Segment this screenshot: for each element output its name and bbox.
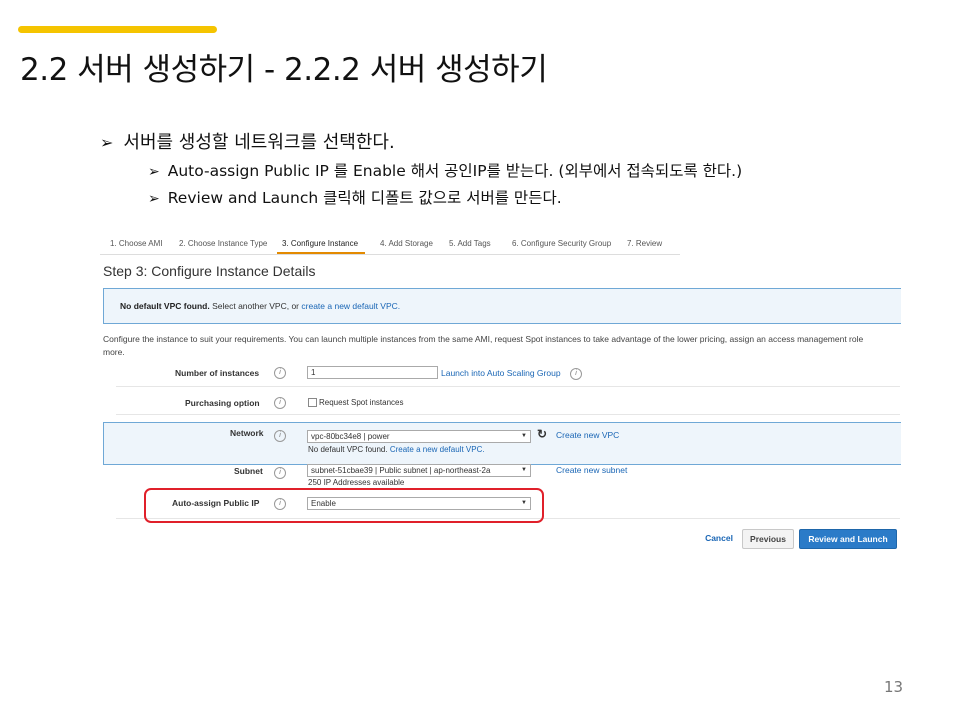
subnet-note: 250 IP Addresses available <box>308 478 405 487</box>
arrow-bullet-icon: ➢ <box>148 164 160 180</box>
spot-label: Request Spot instances <box>319 398 404 407</box>
cancel-button[interactable]: Cancel <box>702 529 736 547</box>
bullet-main-text: 서버를 생성할 네트워크를 선택한다. <box>123 132 395 153</box>
purchasing-label: Purchasing option <box>185 398 260 408</box>
info-icon[interactable]: i <box>274 367 286 379</box>
instances-label: Number of instances <box>175 368 260 378</box>
subnet-value: subnet-51cbae39 | Public subnet | ap-nor… <box>311 466 491 475</box>
auto-scaling-link[interactable]: Launch into Auto Scaling Group <box>441 368 561 378</box>
tab-choose-ami[interactable]: 1. Choose AMI <box>110 239 162 248</box>
page-number: 13 <box>884 678 904 696</box>
bullet-list: ➢ 서버를 생성할 네트워크를 선택한다. ➢ Auto-assign Public… <box>100 128 742 212</box>
red-highlight-box <box>144 488 544 523</box>
network-value: vpc-80bc34e8 | power <box>311 432 390 441</box>
info-icon[interactable]: i <box>570 368 582 380</box>
bullet-sub-2-text: Review and Launch 클릭해 디폴트 값으로 서버를 만든다. <box>167 189 562 207</box>
create-default-vpc-link[interactable]: create a new default VPC. <box>301 301 400 311</box>
alert-text: No default VPC found. Select another VPC… <box>120 301 400 311</box>
create-default-vpc-link-2[interactable]: Create a new default VPC. <box>390 445 485 454</box>
aws-console-screenshot: 1. Choose AMI 2. Choose Instance Type 3.… <box>100 232 901 552</box>
subnet-select[interactable]: subnet-51cbae39 | Public subnet | ap-nor… <box>307 464 531 477</box>
info-icon[interactable]: i <box>274 430 286 442</box>
tab-add-tags[interactable]: 5. Add Tags <box>449 239 491 248</box>
description-line-2: more. <box>103 347 125 357</box>
network-section <box>103 422 901 465</box>
network-select[interactable]: vpc-80bc34e8 | power ▼ <box>307 430 531 443</box>
description: Configure the instance to suit your requ… <box>103 333 900 359</box>
tab-configure-instance[interactable]: 3. Configure Instance <box>282 239 358 248</box>
network-note: No default VPC found. Create a new defau… <box>308 445 485 454</box>
instances-input[interactable]: 1 <box>307 366 438 379</box>
accent-bar <box>18 26 217 33</box>
network-label: Network <box>230 428 264 438</box>
alert-body-text: Select another VPC, or <box>209 301 302 311</box>
create-new-subnet-link[interactable]: Create new subnet <box>556 465 627 475</box>
chevron-down-icon: ▼ <box>521 467 527 473</box>
slide-title: 2.2 서버 생성하기 - 2.2.2 서버 생성하기 <box>20 52 548 88</box>
bullet-main: ➢ 서버를 생성할 네트워크를 선택한다. <box>100 128 742 154</box>
info-icon[interactable]: i <box>274 467 286 479</box>
description-line-1: Configure the instance to suit your requ… <box>103 334 864 344</box>
info-icon[interactable]: i <box>274 397 286 409</box>
refresh-icon[interactable]: ↻ <box>537 427 547 441</box>
active-step-indicator <box>277 252 365 254</box>
page-title: Step 3: Configure Instance Details <box>103 263 316 279</box>
network-note-text: No default VPC found. <box>308 445 388 454</box>
bullet-sub-2: ➢ Review and Launch 클릭해 디폴트 값으로 서버를 만든다. <box>148 185 742 212</box>
arrow-bullet-icon: ➢ <box>148 191 160 207</box>
tab-choose-instance-type[interactable]: 2. Choose Instance Type <box>179 239 267 248</box>
chevron-down-icon: ▼ <box>521 433 527 439</box>
subnet-label: Subnet <box>234 466 263 476</box>
tab-add-storage[interactable]: 4. Add Storage <box>380 239 433 248</box>
spot-checkbox[interactable] <box>308 398 317 407</box>
review-and-launch-button[interactable]: Review and Launch <box>799 529 897 549</box>
create-new-vpc-link[interactable]: Create new VPC <box>556 430 619 440</box>
alert-bold-text: No default VPC found. <box>120 301 210 311</box>
wizard-steps: 1. Choose AMI 2. Choose Instance Type 3.… <box>100 232 680 255</box>
previous-button[interactable]: Previous <box>742 529 794 549</box>
tab-review[interactable]: 7. Review <box>627 239 662 248</box>
arrow-bullet-icon: ➢ <box>100 133 114 152</box>
bullet-sub-1-text: Auto-assign Public IP 를 Enable 해서 공인IP를 … <box>167 162 743 180</box>
tab-configure-security-group[interactable]: 6. Configure Security Group <box>512 239 611 248</box>
no-vpc-alert: No default VPC found. Select another VPC… <box>103 288 901 324</box>
bullet-sub-1: ➢ Auto-assign Public IP 를 Enable 해서 공인IP를… <box>148 158 742 185</box>
